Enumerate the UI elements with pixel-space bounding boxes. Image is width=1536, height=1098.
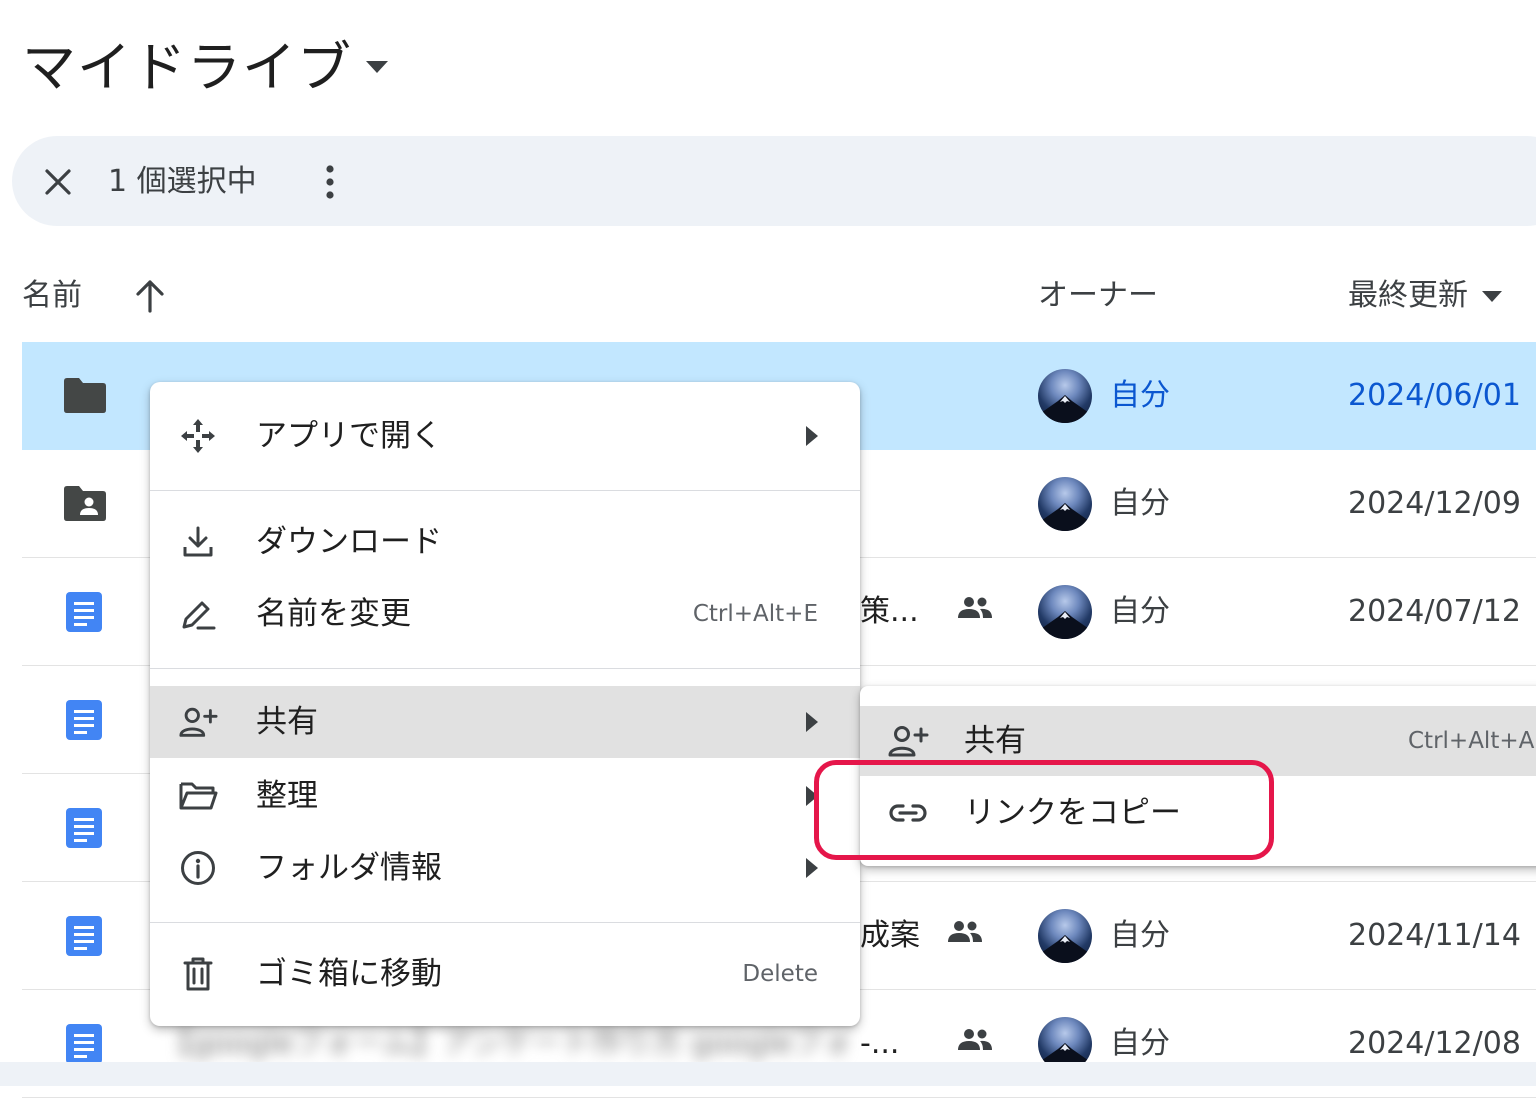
modified-date: 2024/06/01: [1348, 378, 1521, 413]
selection-count: 1 個選択中: [108, 164, 257, 199]
menu-divider: [150, 490, 860, 491]
column-header-modified-label: 最終更新: [1348, 278, 1468, 313]
download-icon: [178, 524, 218, 560]
folder-open-icon: [178, 778, 218, 814]
modified-date: 2024/12/08: [1348, 1026, 1521, 1061]
menu-item-trash-label: ゴミ箱に移動: [256, 956, 442, 992]
more-vert-icon: [326, 165, 334, 199]
google-doc-icon: [66, 592, 102, 632]
folder-icon: [62, 376, 108, 414]
trash-shortcut: Delete: [742, 961, 818, 987]
menu-item-rename[interactable]: 名前を変更 Ctrl+Alt+E: [150, 578, 860, 650]
owner-name: 自分: [1110, 486, 1170, 521]
modified-date: 2024/11/14: [1348, 918, 1521, 953]
owner-avatar: [1038, 909, 1092, 963]
column-header-modified[interactable]: 最終更新: [1348, 276, 1502, 316]
sort-ascending-button[interactable]: [134, 279, 166, 313]
file-name: 【googleフォーム】アンケート作り方 googleフォ: [162, 1026, 853, 1061]
close-icon: [44, 168, 72, 196]
owner-avatar: [1038, 369, 1092, 423]
submenu-arrow-icon: [806, 858, 818, 878]
page-title: マイドライブ: [22, 35, 352, 99]
modified-date: 2024/12/09: [1348, 486, 1521, 521]
owner-name: 自分: [1110, 378, 1170, 413]
open-with-icon: [178, 418, 218, 454]
menu-divider: [150, 668, 860, 669]
owner-name: 自分: [1110, 1026, 1170, 1061]
more-actions-button[interactable]: [308, 158, 352, 206]
trash-icon: [178, 956, 218, 992]
modified-date: 2024/07/12: [1348, 594, 1521, 629]
owner-name: 自分: [1110, 594, 1170, 629]
menu-item-download-label: ダウンロード: [256, 524, 442, 560]
person-add-icon: [886, 723, 930, 759]
file-name-visible: 策...: [860, 594, 919, 629]
menu-item-folder-info-label: フォルダ情報: [256, 850, 442, 886]
drive-title-button[interactable]: マイドライブ: [22, 22, 388, 102]
menu-item-rename-label: 名前を変更: [256, 596, 411, 632]
submenu-arrow-icon: [806, 712, 818, 732]
file-name-visible: 成案: [860, 918, 920, 953]
highlight-annotation: [814, 760, 1274, 860]
caret-down-icon: [366, 61, 388, 73]
google-doc-icon: [66, 700, 102, 740]
clear-selection-button[interactable]: [36, 160, 80, 204]
menu-item-download[interactable]: ダウンロード: [150, 506, 860, 578]
column-header-name[interactable]: 名前: [22, 276, 82, 316]
person-add-icon: [178, 704, 218, 740]
rename-shortcut: Ctrl+Alt+E: [692, 601, 818, 627]
rename-pencil-icon: [178, 596, 218, 632]
google-doc-icon: [66, 1024, 102, 1064]
menu-item-open-with-label: アプリで開く: [256, 418, 442, 454]
column-header-owner[interactable]: オーナー: [1038, 276, 1158, 316]
owner-avatar: [1038, 585, 1092, 639]
menu-item-organize[interactable]: 整理: [150, 760, 860, 832]
menu-divider: [150, 922, 860, 923]
google-doc-icon: [66, 916, 102, 956]
arrow-up-icon: [134, 279, 166, 313]
menu-item-share-label: 共有: [256, 704, 318, 740]
menu-item-share[interactable]: 共有: [150, 686, 860, 758]
menu-item-folder-info[interactable]: フォルダ情報: [150, 832, 860, 904]
google-doc-icon: [66, 808, 102, 848]
caret-down-icon: [1468, 290, 1502, 302]
shared-people-icon: [956, 596, 994, 620]
context-menu: アプリで開く ダウンロード 名前を変更 Ctrl+Alt+E 共有 整理 フォル…: [150, 382, 860, 1026]
menu-item-trash[interactable]: ゴミ箱に移動 Delete: [150, 938, 860, 1010]
submenu-arrow-icon: [806, 426, 818, 446]
shared-people-icon: [946, 920, 984, 944]
shared-folder-icon: [62, 484, 108, 522]
owner-avatar: [1038, 477, 1092, 531]
menu-item-organize-label: 整理: [256, 778, 318, 814]
menu-item-open-with[interactable]: アプリで開く: [150, 400, 860, 472]
share-shortcut: Ctrl+Alt+A: [1408, 728, 1535, 754]
owner-name: 自分: [1110, 918, 1170, 953]
info-icon: [178, 850, 218, 886]
scroll-edge: [0, 1062, 1536, 1086]
shared-people-icon: [956, 1028, 994, 1052]
file-name-visible: -...: [860, 1026, 900, 1061]
